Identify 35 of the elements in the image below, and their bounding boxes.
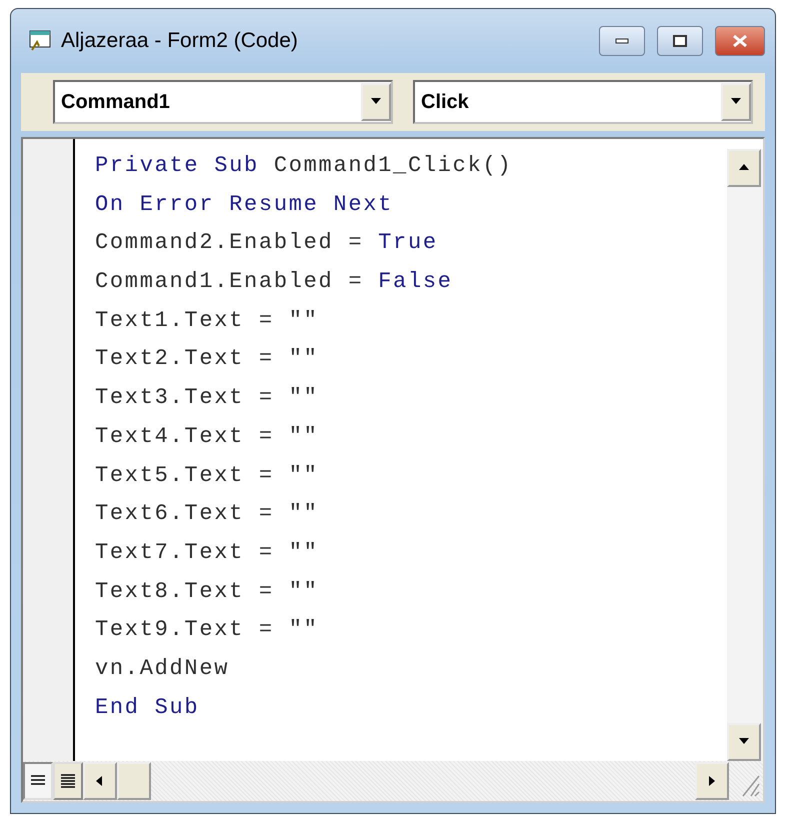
code-line: Command2.Enabled = True	[95, 229, 439, 258]
code-line: Command1.Enabled = False	[95, 268, 454, 296]
vertical-scrollbar[interactable]	[727, 149, 763, 761]
code-line: Text6.Text = ""	[95, 500, 320, 528]
code-line: Text1.Text = ""	[95, 306, 320, 335]
code-line: Text4.Text = ""	[95, 422, 320, 451]
procedure-view-button[interactable]	[23, 762, 53, 800]
code-line: Text5.Text = ""	[95, 462, 320, 490]
minimize-icon	[615, 38, 629, 44]
lines-icon	[59, 772, 77, 790]
code-line: Private Sub Command1_Click()	[95, 152, 514, 180]
scroll-thumb[interactable]	[117, 762, 151, 800]
scroll-up-button[interactable]	[727, 149, 761, 187]
code-line: Text3.Text = ""	[95, 384, 320, 412]
minimize-button[interactable]	[599, 26, 645, 56]
code-line: End Sub	[95, 694, 200, 722]
scroll-left-button[interactable]	[83, 762, 117, 800]
maximize-button[interactable]	[657, 26, 703, 56]
code-editor[interactable]	[21, 137, 765, 803]
code-line: Text9.Text = ""	[95, 616, 320, 644]
code-line: Text7.Text = ""	[95, 538, 320, 567]
scroll-down-button[interactable]	[727, 723, 761, 761]
maximize-icon	[673, 35, 687, 47]
code-line: vn.AddNew	[95, 654, 230, 683]
close-icon	[732, 34, 748, 48]
scroll-right-button[interactable]	[695, 762, 729, 800]
horizontal-scrollbar[interactable]	[23, 761, 763, 801]
close-button[interactable]	[715, 26, 765, 56]
window-title: Aljazeraa - Form2 (Code)	[61, 29, 299, 53]
code-line: Text2.Text = ""	[95, 345, 320, 374]
full-module-view-button[interactable]	[53, 762, 83, 800]
object-dropdown[interactable]: Command1	[53, 80, 393, 124]
procedure-dropdown[interactable]: Click	[413, 80, 753, 124]
code-line: Text8.Text = ""	[95, 578, 320, 606]
code-line: On Error Resume Next	[95, 190, 394, 219]
